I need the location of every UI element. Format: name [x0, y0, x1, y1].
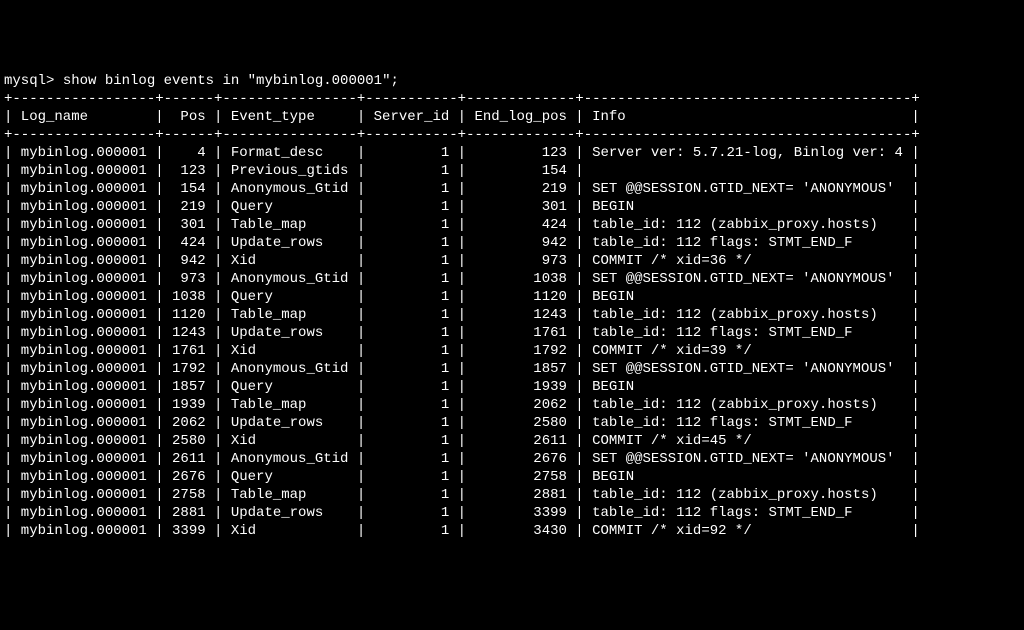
- sql-command[interactable]: show binlog events in "mybinlog.000001";: [63, 73, 399, 89]
- table-header-row: | Log_name | Pos | Event_type | Server_i…: [4, 109, 920, 125]
- mysql-prompt: mysql>: [4, 73, 63, 89]
- table-body: | mybinlog.000001 | 4 | Format_desc | 1 …: [4, 144, 1020, 540]
- table-separator-top: +-----------------+------+--------------…: [4, 91, 920, 107]
- terminal-output: mysql> show binlog events in "mybinlog.0…: [0, 72, 1024, 540]
- table-separator-mid: +-----------------+------+--------------…: [4, 127, 920, 143]
